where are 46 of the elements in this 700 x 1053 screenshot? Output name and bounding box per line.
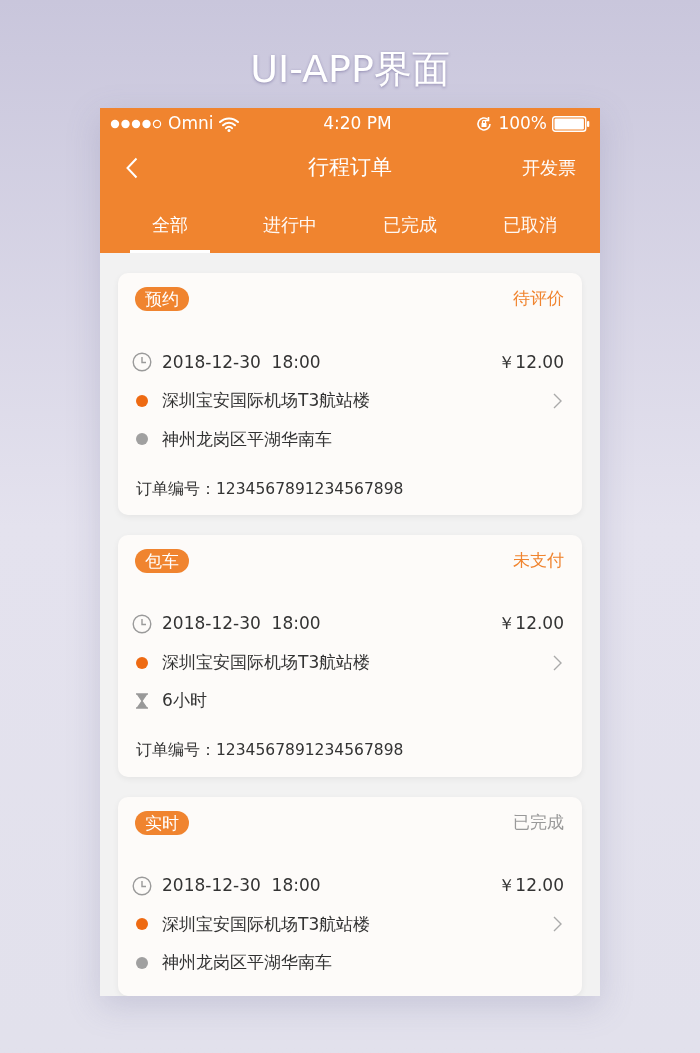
- order-number: 1234567891234567898: [216, 478, 404, 500]
- battery-icon: [552, 116, 590, 132]
- address-text: 深圳宝安国际机场T3航站楼: [162, 650, 371, 674]
- order-status: 未支付: [513, 549, 564, 572]
- chevron-right-icon[interactable]: [553, 654, 562, 671]
- clock-icon: [132, 614, 152, 634]
- carrier-name: Omni: [168, 112, 214, 136]
- order-type-tag: 预约: [135, 287, 189, 311]
- order-number-label: 订单编号：: [136, 740, 216, 762]
- tab[interactable]: 已完成: [370, 195, 450, 253]
- address-text: 神州龙岗区平湖华南车: [162, 427, 332, 451]
- status-time: 4:20 PM: [323, 112, 392, 136]
- order-price: ￥12.00: [498, 874, 564, 897]
- order-number: 1234567891234567898: [216, 740, 404, 762]
- trip-duration: 6小时: [162, 689, 207, 713]
- wifi-icon: [219, 116, 240, 132]
- battery-percent: 100%: [498, 112, 547, 136]
- order-price: ￥12.00: [498, 350, 564, 374]
- clock-icon: [132, 875, 152, 896]
- order-card[interactable]: 实时 已完成 2018-12-30 18:00 ￥12.00 深圳宝安国际机场T3航站楼 神州龙岗区平湖华南车: [118, 796, 582, 996]
- order-status: 已完成: [513, 810, 564, 834]
- signal-icon: [110, 119, 162, 129]
- order-type-tag: 包车: [135, 548, 189, 573]
- nav-title: 行程订单: [308, 153, 392, 181]
- order-type-tag: 实时: [135, 810, 189, 835]
- rotation-lock-icon: [475, 115, 494, 133]
- back-icon[interactable]: [126, 156, 138, 179]
- order-card[interactable]: 预约 待评价 2018-12-30 18:00 ￥12.00 深圳宝安国际机场T3航站楼 神州龙岗区平湖华南车 订单编号：1234567891234567898: [118, 273, 582, 515]
- address-text: 深圳宝安国际机场T3航站楼: [162, 912, 371, 936]
- order-datetime: 2018-12-30 18:00: [162, 874, 321, 897]
- order-datetime: 2018-12-30 18:00: [162, 350, 321, 374]
- order-status: 待评价: [513, 287, 564, 311]
- address-text: 深圳宝安国际机场T3航站楼: [162, 389, 371, 412]
- invoice-button[interactable]: 开发票: [522, 154, 576, 181]
- clock-icon: [132, 352, 152, 373]
- address-text: 神州龙岗区平湖华南车: [162, 951, 332, 974]
- chevron-right-icon[interactable]: [553, 392, 562, 409]
- tab[interactable]: 已取消: [490, 195, 570, 253]
- order-datetime: 2018-12-30 18:00: [162, 612, 321, 636]
- hourglass-icon: [135, 693, 149, 709]
- order-card[interactable]: 包车 未支付 2018-12-30 18:00 ￥12.00 深圳宝安国际机场T3航站楼 6小时 订单编号：1234567891234567898: [118, 534, 582, 777]
- chevron-right-icon[interactable]: [553, 916, 562, 933]
- order-number-label: 订单编号：: [136, 478, 216, 500]
- tab[interactable]: 进行中: [250, 195, 330, 253]
- order-price: ￥12.00: [498, 612, 564, 636]
- tab[interactable]: 全部: [130, 195, 210, 253]
